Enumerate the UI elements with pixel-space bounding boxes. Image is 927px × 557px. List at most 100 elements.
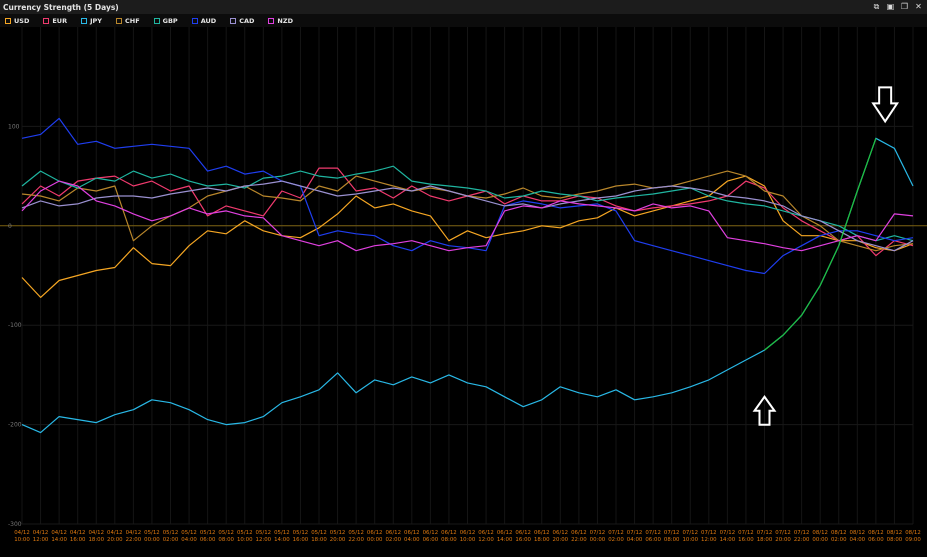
x-tick-label: 04:00 [627, 537, 643, 543]
x-tick-label: 06/12 [404, 530, 420, 536]
x-tick-label: 04/12 [14, 530, 30, 536]
x-tick-label: 04/12 [88, 530, 104, 536]
x-tick-label: 06/12 [441, 530, 457, 536]
legend-label: GBP [162, 16, 178, 25]
x-tick-label: 06/12 [497, 530, 513, 536]
x-tick-label: 05/12 [181, 530, 197, 536]
y-tick-label: 0 [8, 223, 12, 230]
x-tick-label: 08:00 [887, 537, 903, 543]
x-tick-label: 20:00 [553, 537, 569, 543]
x-tick-label: 05/12 [348, 530, 364, 536]
x-tick-label: 16:00 [293, 537, 309, 543]
x-tick-label: 08:00 [218, 537, 234, 543]
legend-item-chf[interactable]: CHF [115, 16, 140, 25]
x-tick-label: 04:00 [181, 537, 197, 543]
x-tick-label: 02:00 [385, 537, 401, 543]
x-tick-label: 06/12 [478, 530, 494, 536]
y-axis: 100 0 -100 -200 -300 [8, 123, 22, 528]
x-tick-label: 06/12 [571, 530, 587, 536]
legend-swatch [268, 17, 275, 24]
x-tick-label: 07/12 [682, 530, 698, 536]
x-tick-label: 18:00 [534, 537, 550, 543]
legend-swatch [230, 17, 237, 24]
restore-icon[interactable]: ⧉ [872, 1, 881, 12]
y-tick-label: -100 [8, 322, 22, 329]
x-tick-label: 02:00 [831, 537, 847, 543]
legend-swatch [81, 17, 88, 24]
x-tick-label: 06/12 [385, 530, 401, 536]
legend-swatch [191, 17, 198, 24]
x-tick-label: 18:00 [88, 537, 104, 543]
x-tick-label: 07/12 [794, 530, 810, 536]
x-tick-label: 08/12 [850, 530, 866, 536]
legend-item-jpy[interactable]: JPY [81, 17, 102, 25]
x-tick-label: 20:00 [107, 537, 123, 543]
x-tick-label: 04:00 [404, 537, 420, 543]
x-tick-label: 07/12 [608, 530, 624, 536]
x-tick-label: 10:00 [682, 537, 698, 543]
legend-item-gbp[interactable]: GBP [153, 16, 178, 25]
x-tick-label: 00:00 [590, 537, 606, 543]
x-tick-label: 10:00 [14, 537, 30, 543]
legend-item-cad[interactable]: CAD [230, 17, 254, 25]
lock-icon[interactable]: ▣ [886, 1, 895, 12]
x-tick-label: 12:00 [701, 537, 717, 543]
legend-label: JPY [90, 16, 102, 25]
x-tick-label: 05/12 [144, 530, 160, 536]
x-tick-label: 20:00 [775, 537, 791, 543]
window-controls: ⧉ ▣ ❐ ✕ [872, 1, 923, 12]
legend-item-usd[interactable]: USD [5, 17, 29, 25]
x-tick-label: 06:00 [200, 537, 216, 543]
x-tick-label: 07/12 [590, 530, 606, 536]
x-tick-label: 05/12 [274, 530, 290, 536]
x-tick-label: 06:00 [868, 537, 884, 543]
arrow-down-annotation [871, 86, 900, 124]
x-tick-label: 16:00 [515, 537, 531, 543]
x-tick-label: 05/12 [200, 530, 216, 536]
x-tick-label: 16:00 [70, 537, 86, 543]
copy-icon[interactable]: ❐ [900, 1, 909, 12]
y-tick-label: -300 [8, 521, 22, 528]
x-tick-label: 06/12 [423, 530, 439, 536]
x-tick-label: 07/12 [738, 530, 754, 536]
x-tick-label: 08/12 [905, 530, 921, 536]
legend-swatch [115, 17, 122, 24]
legend-item-nzd[interactable]: NZD [268, 17, 293, 25]
x-tick-label: 07/12 [757, 530, 773, 536]
x-tick-label: 06:00 [423, 537, 439, 543]
x-tick-label: 07/12 [775, 530, 791, 536]
x-tick-label: 22:00 [126, 537, 142, 543]
legend-item-aud[interactable]: AUD [191, 17, 216, 25]
window-title: Currency Strength (5 Days) [3, 2, 119, 12]
x-tick-label: 04/12 [107, 530, 123, 536]
x-tick-label: 07/12 [627, 530, 643, 536]
x-tick-label: 06/12 [515, 530, 531, 536]
legend-item-eur[interactable]: EUR [43, 17, 67, 25]
x-tick-label: 12:00 [256, 537, 272, 543]
x-tick-label: 00:00 [812, 537, 828, 543]
close-icon[interactable]: ✕ [914, 1, 923, 12]
x-tick-label: 12:00 [478, 537, 494, 543]
y-tick-label: 100 [8, 123, 20, 130]
legend-bar: USD EUR JPY CHF GBP AUD CAD NZD [0, 14, 927, 27]
x-tick-label: 06/12 [367, 530, 383, 536]
legend-label: NZD [277, 16, 293, 25]
x-tick-label: 07/12 [645, 530, 661, 536]
legend-swatch [153, 17, 160, 24]
x-tick-label: 20:00 [330, 537, 346, 543]
x-tick-label: 05/12 [256, 530, 272, 536]
legend-swatch [5, 17, 11, 24]
x-tick-label: 14:00 [274, 537, 290, 543]
x-tick-label: 00:00 [144, 537, 160, 543]
x-tick-label: 07/12 [701, 530, 717, 536]
legend-swatch [43, 17, 50, 24]
x-axis: 04/1210:0004/1212:0004/1214:0004/1216:00… [14, 530, 921, 543]
x-tick-label: 07/12 [664, 530, 680, 536]
legend-label: EUR [52, 16, 68, 25]
x-tick-label: 22:00 [348, 537, 364, 543]
x-tick-label: 10:00 [460, 537, 476, 543]
x-tick-label: 05/12 [330, 530, 346, 536]
legend-label: CHF [124, 16, 140, 25]
x-tick-label: 05/12 [293, 530, 309, 536]
gridlines [21, 27, 914, 525]
